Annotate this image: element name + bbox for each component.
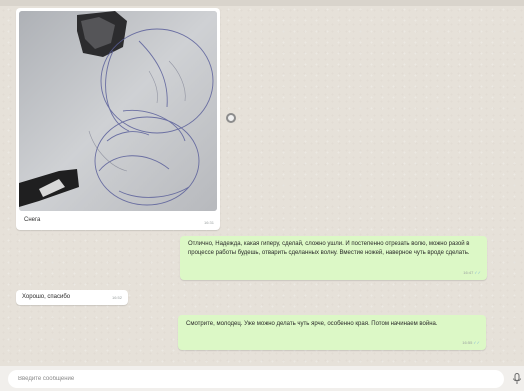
photo-message[interactable]: Снега 16:31 xyxy=(16,8,220,230)
microphone-icon[interactable] xyxy=(512,373,522,385)
photo-caption: Снега xyxy=(24,217,41,223)
outgoing-message[interactable]: Отлично, Надежда, какая гиперу, сделай, … xyxy=(180,236,487,280)
chat-area: Снега 16:31 Отлично, Надежда, какая гипе… xyxy=(0,0,524,366)
outgoing-message[interactable]: Смотрите, молодец. Уже можно делать чуть… xyxy=(178,315,486,350)
message-text: Отлично, Надежда, какая гиперу, сделай, … xyxy=(188,241,470,256)
message-time: 16:52 xyxy=(111,295,122,300)
sketch-drawing xyxy=(19,11,217,211)
message-text: Хорошо, спасибо xyxy=(22,294,71,300)
read-check-icon: ✓✓ xyxy=(473,340,480,345)
message-input[interactable] xyxy=(8,370,504,388)
chat-header-strip xyxy=(0,0,524,6)
loading-ring-icon xyxy=(226,113,236,123)
sketch-photo[interactable] xyxy=(19,11,217,211)
message-time: 16:47✓✓ xyxy=(463,270,481,275)
message-composer xyxy=(0,366,524,391)
read-check-icon: ✓✓ xyxy=(474,270,481,275)
message-time: 16:55✓✓ xyxy=(462,340,480,345)
message-time: 16:31 xyxy=(203,220,214,225)
incoming-message[interactable]: Хорошо, спасибо 16:52 xyxy=(16,290,128,305)
message-text: Смотрите, молодец. Уже можно делать чуть… xyxy=(186,321,438,327)
